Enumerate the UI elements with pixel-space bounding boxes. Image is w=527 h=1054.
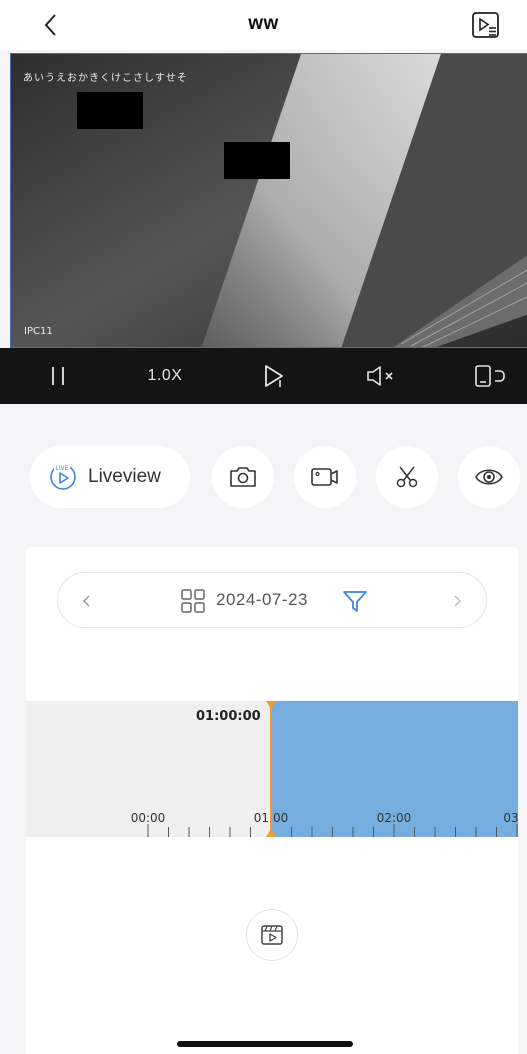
camera-name-label: IPC11 [24,326,53,337]
pause-icon [52,367,64,385]
page-title: ww [248,13,279,34]
privacy-mask [77,92,143,129]
pause-button[interactable] [38,348,78,404]
timeline-axis: 00:0001:0002:0003 [131,701,518,837]
mute-icon [367,366,393,386]
snapshot-button[interactable] [212,446,274,508]
action-buttons-row: LIVE Liveview [0,446,527,508]
playback-panel: 2024-07-23 01:00:00 00:0001:0002:0003 [26,547,518,1054]
playlist-icon [472,12,499,38]
home-indicator [177,1041,353,1047]
clip-list-button[interactable] [246,909,298,961]
play-button[interactable] [254,348,294,404]
rotate-screen-icon [475,365,505,387]
filter-icon[interactable] [340,586,370,616]
playlist-button[interactable] [471,10,501,40]
play-icon [265,365,283,387]
chevron-left-icon [82,595,90,607]
next-date-button[interactable] [442,573,472,629]
timeline-cursor-top-marker [266,701,276,709]
scissors-icon [396,466,418,488]
chevron-right-icon [454,595,462,607]
playback-control-bar: 1.0X [0,348,527,404]
selected-date[interactable]: 2024-07-23 [216,590,308,610]
date-selector: 2024-07-23 [57,572,487,628]
record-button[interactable] [294,446,356,508]
eye-button[interactable] [458,446,520,508]
liveview-label: Liveview [88,466,161,487]
osd-text: あいうえおかきくけこさしすせそ [23,73,188,84]
top-navigation-bar: ww [0,0,527,50]
live-play-icon: LIVE [50,463,76,490]
timeline-hour-label: 03 [503,811,518,825]
rotate-screen-button[interactable] [470,348,510,404]
playback-speed-button[interactable]: 1.0X [140,348,190,404]
privacy-mask [224,142,290,179]
timeline-scrubber[interactable]: 01:00:00 00:0001:0002:0003 [26,701,518,837]
mute-button[interactable] [360,348,404,404]
live-badge: LIVE [55,466,68,472]
clip-button[interactable] [376,446,438,508]
liveview-button[interactable]: LIVE Liveview [30,446,190,508]
video-record-icon [311,468,338,486]
previous-date-button[interactable] [72,573,102,629]
timeline-hour-label: 00:00 [131,811,166,825]
grid-icon[interactable] [180,588,206,614]
timeline-hour-label: 02:00 [377,811,412,825]
clip-list-icon [261,925,283,945]
eye-icon [475,469,503,485]
timeline-cursor-bottom-marker [266,829,276,837]
video-player[interactable]: あいうえおかきくけこさしすせそ IPC11 [10,53,527,348]
camera-icon [230,467,256,487]
